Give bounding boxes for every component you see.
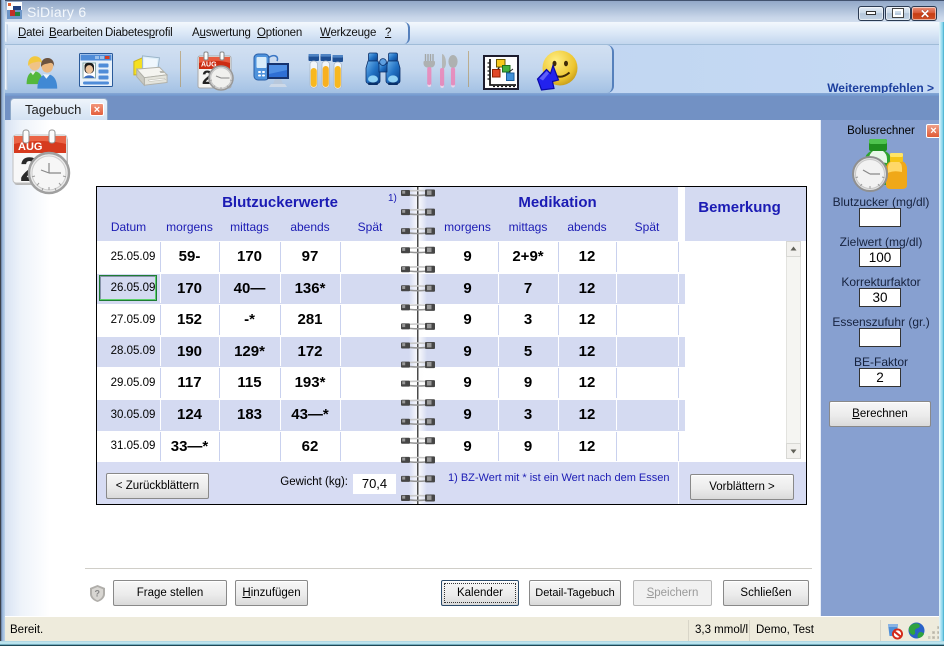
svg-text:?: ? (95, 589, 101, 599)
